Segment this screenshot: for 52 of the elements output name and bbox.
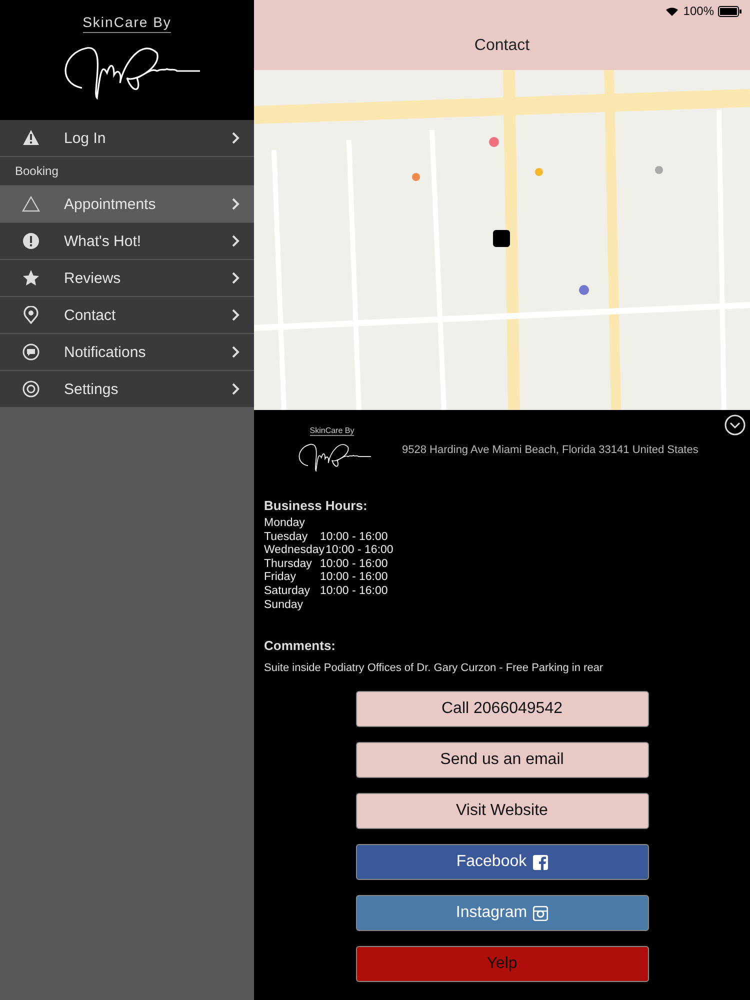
menu-item[interactable]: Notifications — [0, 334, 254, 371]
brand-title: SkinCare By — [82, 14, 172, 33]
chevron-icon — [232, 346, 240, 358]
menu-item[interactable]: Log In — [0, 120, 254, 157]
wifi-icon — [665, 6, 680, 16]
star-icon — [22, 269, 40, 287]
hours-time: 10:00 - 16:00 — [320, 584, 388, 599]
chevron-icon — [232, 272, 240, 284]
action-button[interactable]: Visit Website — [356, 793, 648, 830]
nav-title: Contact — [473, 36, 531, 56]
day-label: Sunday — [264, 598, 304, 612]
chevron-icon — [232, 132, 240, 144]
action-button[interactable]: Instagram — [356, 895, 648, 932]
chat-bubble-icon — [22, 343, 40, 361]
day-label: Tuesday — [264, 530, 309, 544]
action-button[interactable]: Send us an email — [356, 742, 648, 778]
triangle-icon — [22, 195, 40, 213]
day-label: Monday — [264, 517, 306, 531]
chevron-icon — [232, 309, 240, 321]
hours-time: 10:00 - 16:00 — [320, 558, 388, 572]
day-label: Wednesday — [264, 544, 325, 558]
square-f-icon — [532, 854, 548, 870]
battery-percent: 100% — [683, 4, 714, 18]
hours-time: 10:00 - 16:00 — [320, 530, 388, 544]
hours-time: 10:00 - 16:00 — [326, 544, 394, 558]
day-label: Friday — [264, 571, 297, 585]
chevron-icon — [232, 198, 240, 210]
collapse-icon[interactable] — [724, 414, 746, 436]
hours-heading: Business Hours: — [264, 498, 368, 513]
comments-heading: Comments: — [264, 638, 337, 654]
menu-item[interactable]: Reviews — [0, 260, 254, 297]
day-label: Saturday — [264, 584, 312, 599]
location-pin-icon — [22, 306, 40, 324]
battery-icon — [718, 6, 742, 16]
settings-icon — [22, 380, 40, 398]
menu-item[interactable]: Contact — [0, 297, 254, 334]
menu-item[interactable]: Settings — [0, 371, 254, 408]
action-button[interactable]: Call 2066049542 — [356, 691, 648, 728]
menu-item[interactable]: What's Hot! — [0, 223, 254, 260]
chevron-icon — [232, 235, 240, 247]
day-label: Thursday — [264, 558, 313, 572]
menu-item[interactable]: Appointments — [0, 186, 254, 223]
exclamation-icon — [22, 232, 40, 250]
section-header: Booking — [0, 157, 254, 186]
warning-icon — [22, 129, 40, 147]
comments-text: Suite inside Podiatry Offices of Dr. Gary Curzon - Free Parking in rear — [264, 662, 604, 674]
camera-icon — [533, 906, 548, 921]
chevron-icon — [232, 383, 240, 395]
brand-title: SkinCare By — [310, 426, 354, 436]
hours-time: 10:00 - 16:00 — [320, 571, 388, 585]
action-button[interactable]: Facebook — [356, 844, 648, 880]
address-text: 9528 Harding Ave Miami Beach, Florida 33141 United States — [402, 444, 698, 456]
